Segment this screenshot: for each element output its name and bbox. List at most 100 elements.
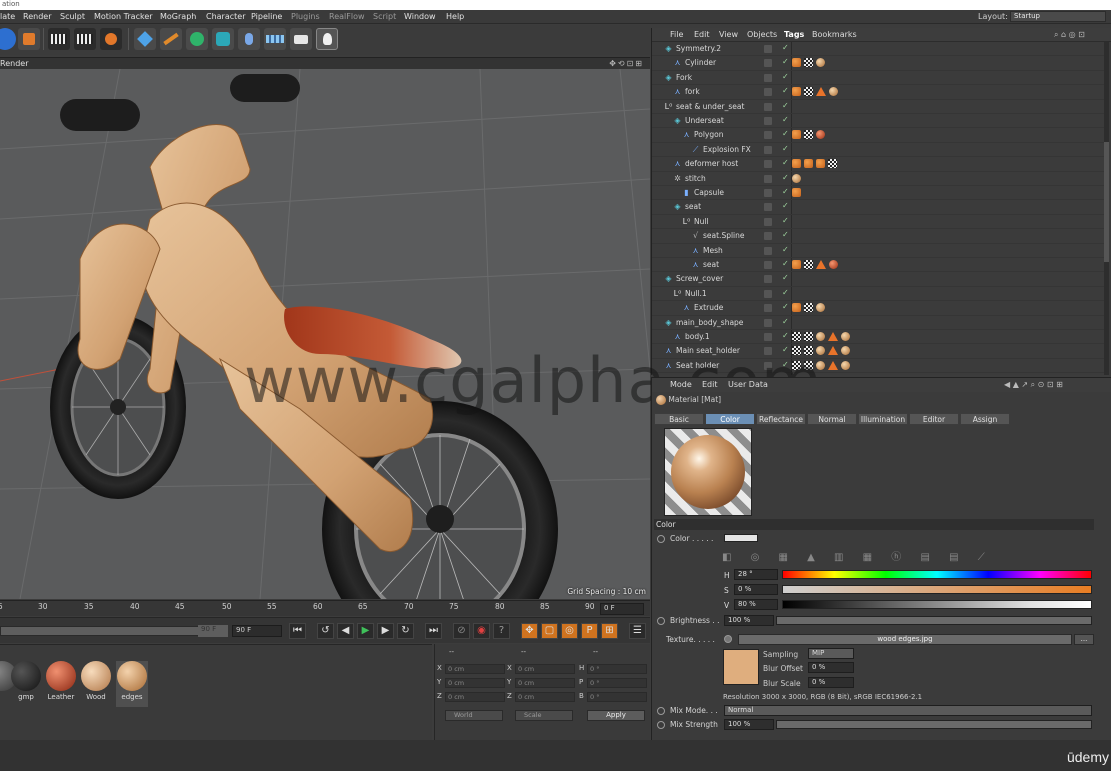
object-row[interactable]: ⋏ Extrude ✓ bbox=[652, 301, 1104, 316]
enabled-check-icon[interactable]: ✓ bbox=[782, 245, 789, 254]
om-search-icon[interactable]: ⌕ ⌂ ◎ ⊡ bbox=[1054, 30, 1085, 40]
size-x-field[interactable]: 0 cm bbox=[515, 664, 575, 674]
menu-item-simulate[interactable]: late bbox=[0, 12, 15, 21]
om-menu-bookmarks[interactable]: Bookmarks bbox=[812, 30, 857, 39]
visibility-toggle[interactable] bbox=[764, 117, 772, 125]
animate-dot[interactable] bbox=[657, 707, 665, 715]
visibility-toggle[interactable] bbox=[764, 189, 772, 197]
object-row[interactable]: ⋏ fork ✓ bbox=[652, 85, 1104, 100]
param-key-icon[interactable]: P bbox=[581, 623, 598, 639]
check-tag-icon[interactable] bbox=[792, 360, 801, 370]
enabled-check-icon[interactable]: ✓ bbox=[782, 201, 789, 210]
object-row[interactable]: ◈ Underseat ✓ bbox=[652, 114, 1104, 129]
visibility-toggle[interactable] bbox=[764, 145, 772, 154]
end-frame-field[interactable]: 90 F bbox=[232, 625, 282, 637]
object-name[interactable]: seat bbox=[685, 202, 701, 211]
enabled-check-icon[interactable]: ✓ bbox=[782, 216, 789, 225]
next-key-icon[interactable]: ↻ bbox=[397, 623, 414, 639]
enabled-check-icon[interactable]: ✓ bbox=[782, 187, 789, 196]
ball-tag-icon[interactable] bbox=[841, 346, 850, 356]
mix-strength-field[interactable]: 100 % bbox=[724, 719, 774, 730]
ball-tag-icon[interactable] bbox=[816, 346, 825, 356]
visibility-toggle[interactable] bbox=[764, 88, 772, 97]
warn-tag-icon[interactable] bbox=[828, 346, 838, 356]
camera-icon[interactable] bbox=[290, 28, 312, 50]
hue-field[interactable]: 28 ° bbox=[734, 569, 778, 580]
autokey-icon[interactable]: ◉ bbox=[473, 623, 490, 639]
object-name[interactable]: Seat holder bbox=[676, 361, 719, 370]
coordinate-system-dropdown[interactable]: World bbox=[445, 710, 503, 721]
visibility-toggle[interactable] bbox=[764, 347, 772, 356]
light-icon[interactable] bbox=[316, 28, 338, 50]
object-name[interactable]: Null bbox=[694, 217, 709, 226]
blur-offset-field[interactable]: 0 % bbox=[808, 662, 854, 673]
current-frame-field[interactable]: 0 F bbox=[600, 603, 644, 615]
visibility-toggle[interactable] bbox=[764, 333, 772, 341]
object-name[interactable]: stitch bbox=[685, 174, 706, 183]
menu-item-mograph[interactable]: MoGraph bbox=[160, 12, 196, 21]
array-icon[interactable] bbox=[212, 28, 234, 50]
enabled-check-icon[interactable]: ✓ bbox=[782, 72, 789, 81]
om-menu-view[interactable]: View bbox=[719, 30, 738, 39]
check-tag-icon[interactable] bbox=[804, 87, 813, 97]
material-swatch-selected[interactable]: edges bbox=[116, 661, 148, 707]
object-name[interactable]: Screw_cover bbox=[676, 274, 723, 283]
orange-tag-icon[interactable] bbox=[792, 159, 801, 169]
subdivision-icon[interactable] bbox=[186, 28, 208, 50]
saturation-slider[interactable] bbox=[782, 585, 1092, 594]
layout-select[interactable]: Startup bbox=[1010, 11, 1106, 22]
object-name[interactable]: body.1 bbox=[685, 332, 710, 341]
enabled-check-icon[interactable]: ✓ bbox=[782, 129, 789, 138]
object-row[interactable]: ⋏ deformer host ✓ bbox=[652, 157, 1104, 172]
sampling-dropdown[interactable]: MIP bbox=[808, 648, 854, 659]
rotate-key-icon[interactable]: ◎ bbox=[561, 623, 578, 639]
material-swatch[interactable]: Leather bbox=[45, 661, 77, 707]
mix-strength-slider[interactable] bbox=[776, 720, 1092, 729]
step-forward-icon[interactable]: ▶ bbox=[377, 623, 394, 639]
ball-tag-icon[interactable] bbox=[816, 332, 825, 341]
hue-slider[interactable] bbox=[782, 570, 1092, 579]
material-swatch[interactable]: Wood bbox=[80, 661, 112, 707]
enabled-check-icon[interactable]: ✓ bbox=[782, 43, 789, 52]
render-region-icon[interactable] bbox=[18, 28, 40, 50]
size-mode-dropdown[interactable]: Scale bbox=[515, 710, 573, 721]
object-name[interactable]: Underseat bbox=[685, 116, 724, 125]
object-row[interactable]: ◈ Fork ✓ bbox=[652, 71, 1104, 86]
object-row[interactable]: ⋏ seat ✓ bbox=[652, 258, 1104, 273]
ballred-tag-icon[interactable] bbox=[816, 130, 825, 140]
ballred-tag-icon[interactable] bbox=[829, 260, 838, 269]
om-menu-edit[interactable]: Edit bbox=[694, 30, 710, 39]
color-swatch[interactable] bbox=[724, 534, 758, 542]
object-manager-scrollbar[interactable] bbox=[1104, 42, 1109, 375]
object-row[interactable]: ⋏ Main seat_holder ✓ bbox=[652, 344, 1104, 359]
orange-tag-icon[interactable] bbox=[792, 188, 801, 197]
check-tag-icon[interactable] bbox=[804, 346, 813, 356]
object-name[interactable]: Cylinder bbox=[685, 58, 716, 67]
render-view-icon[interactable] bbox=[48, 28, 70, 50]
check-tag-icon[interactable] bbox=[828, 159, 837, 169]
menu-item-help[interactable]: Help bbox=[446, 12, 464, 21]
brightness-slider[interactable] bbox=[776, 616, 1092, 625]
enabled-check-icon[interactable]: ✓ bbox=[782, 230, 789, 239]
visibility-toggle[interactable] bbox=[764, 73, 772, 82]
check-tag-icon[interactable] bbox=[792, 332, 801, 341]
om-menu-tags[interactable]: Tags bbox=[784, 30, 804, 39]
visibility-toggle[interactable] bbox=[764, 102, 772, 111]
viewport-menu-render[interactable]: Render bbox=[0, 59, 28, 68]
object-name[interactable]: Extrude bbox=[694, 303, 723, 312]
check-tag-icon[interactable] bbox=[804, 360, 813, 370]
check-tag-icon[interactable] bbox=[792, 346, 801, 356]
animate-dot[interactable] bbox=[657, 535, 665, 543]
object-name[interactable]: fork bbox=[685, 87, 700, 96]
object-name[interactable]: Capsule bbox=[694, 188, 724, 197]
warn-tag-icon[interactable] bbox=[828, 360, 838, 370]
om-menu-file[interactable]: File bbox=[670, 30, 683, 39]
enabled-check-icon[interactable]: ✓ bbox=[782, 158, 789, 167]
menu-item-sculpt[interactable]: Sculpt bbox=[60, 12, 85, 21]
scale-key-icon[interactable]: ▢ bbox=[541, 623, 558, 639]
menu-item-plugins[interactable]: Plugins bbox=[291, 12, 320, 21]
enabled-check-icon[interactable]: ✓ bbox=[782, 173, 789, 182]
step-back-icon[interactable]: ◀ bbox=[337, 623, 354, 639]
texture-file-button[interactable]: wood edges.jpg bbox=[738, 634, 1072, 645]
go-to-start-icon[interactable]: ⏮ bbox=[289, 623, 306, 639]
